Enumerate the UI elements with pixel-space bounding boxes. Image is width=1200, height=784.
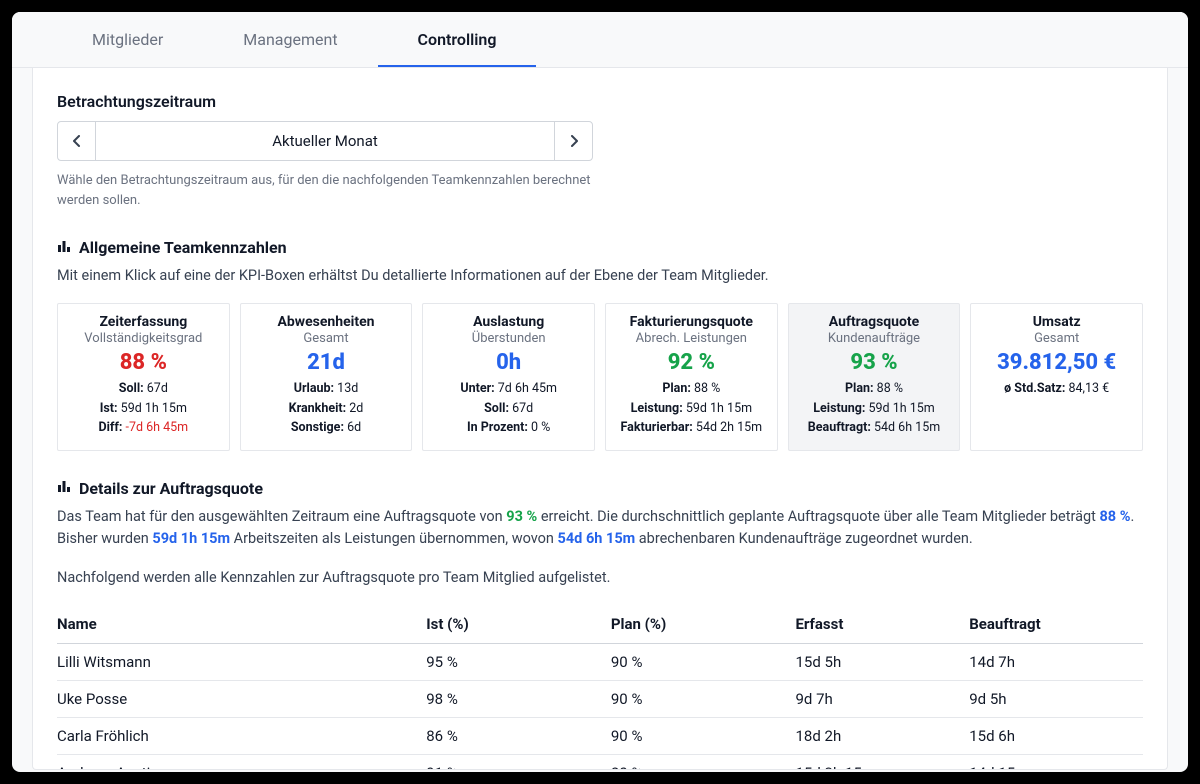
table-cell-erfasst: 15d 5h <box>795 644 969 681</box>
kpi-section-title: Allgemeine Teamkennzahlen <box>79 238 287 257</box>
th-plan: Plan (%) <box>611 605 796 644</box>
table-cell-ist: 98 % <box>426 681 611 718</box>
table-cell-name: Andreas Austing <box>57 755 426 771</box>
chevron-right-icon <box>569 135 579 147</box>
table-cell-beauftragt: 15d 6h <box>969 718 1143 755</box>
tab-bar: Mitglieder Management Controlling <box>12 12 1188 68</box>
kpi-value: 93 % <box>797 350 952 375</box>
table-cell-plan: 90 % <box>611 718 796 755</box>
content-panel: Betrachtungszeitraum Aktueller Monat Wäh… <box>32 68 1168 770</box>
th-beauftragt: Beauftragt <box>969 605 1143 644</box>
table-cell-beauftragt: 14d 7h <box>969 644 1143 681</box>
app-window: Mitglieder Management Controlling Betrac… <box>12 12 1188 772</box>
details-section-header: Details zur Auftragsquote <box>57 479 1143 498</box>
table-cell-beauftragt: 9d 5h <box>969 681 1143 718</box>
period-label: Betrachtungszeitraum <box>57 92 1143 111</box>
chevron-left-icon <box>72 135 82 147</box>
table-row: Uke Posse98 %90 %9d 7h9d 5h <box>57 681 1143 718</box>
table-cell-ist: 86 % <box>426 718 611 755</box>
table-row: Lilli Witsmann95 %90 %15d 5h14d 7h <box>57 644 1143 681</box>
kpi-line: Krankheit: 2d <box>249 399 404 418</box>
kpi-sub: Gesamt <box>979 331 1134 346</box>
kpi-time-tracking[interactable]: Zeiterfassung Vollständigkeitsgrad 88 % … <box>57 303 230 450</box>
details-paragraph-1: Das Team hat für den ausgewählten Zeitra… <box>57 506 1143 551</box>
period-selector: Aktueller Monat <box>57 121 593 161</box>
kpi-value: 0h <box>431 350 586 375</box>
period-current[interactable]: Aktueller Monat <box>96 122 554 160</box>
table-cell-erfasst: 15d 3h 15m <box>795 755 969 771</box>
kpi-line: Soll: 67d <box>66 379 221 398</box>
kpi-billing-rate[interactable]: Fakturierungsquote Abrech. Leistungen 92… <box>605 303 778 450</box>
th-ist: Ist (%) <box>426 605 611 644</box>
table-cell-plan: 80 % <box>611 755 796 771</box>
kpi-title: Auslastung <box>431 314 586 330</box>
table-row: Carla Fröhlich86 %90 %18d 2h15d 6h <box>57 718 1143 755</box>
kpi-title: Abwesenheiten <box>249 314 404 330</box>
kpi-sub: Vollständigkeitsgrad <box>66 331 221 346</box>
kpi-line: Sonstige: 6d <box>249 418 404 437</box>
kpi-value: 21d <box>249 350 404 375</box>
kpi-line: In Prozent: 0 % <box>431 418 586 437</box>
kpi-revenue[interactable]: Umsatz Gesamt 39.812,50 € ø Std.Satz: 84… <box>970 303 1143 450</box>
th-name: Name <box>57 605 426 644</box>
kpi-title: Zeiterfassung <box>66 314 221 330</box>
kpi-line: Urlaub: 13d <box>249 379 404 398</box>
tab-management[interactable]: Management <box>203 12 377 67</box>
table-cell-erfasst: 18d 2h <box>795 718 969 755</box>
kpi-line: Diff: -7d 6h 45m <box>66 418 221 437</box>
period-prev-button[interactable] <box>58 122 96 160</box>
details-table: Name Ist (%) Plan (%) Erfasst Beauftragt… <box>57 605 1143 770</box>
kpi-line: Soll: 67d <box>431 399 586 418</box>
kpi-title: Fakturierungsquote <box>614 314 769 330</box>
kpi-sub: Abrech. Leistungen <box>614 331 769 346</box>
table-cell-name: Lilli Witsmann <box>57 644 426 681</box>
kpi-value: 92 % <box>614 350 769 375</box>
bar-chart-icon <box>57 479 71 497</box>
kpi-title: Auftragsquote <box>797 314 952 330</box>
kpi-section-header: Allgemeine Teamkennzahlen <box>57 238 1143 257</box>
table-cell-ist: 95 % <box>426 644 611 681</box>
table-cell-name: Uke Posse <box>57 681 426 718</box>
kpi-line: Plan: 88 % <box>797 379 952 398</box>
period-help-text: Wähle den Betrachtungszeitraum aus, für … <box>57 171 617 210</box>
table-cell-plan: 90 % <box>611 681 796 718</box>
kpi-value: 88 % <box>66 350 221 375</box>
table-row: Andreas Austing91 %80 %15d 3h 15m14d 15m <box>57 755 1143 771</box>
table-cell-name: Carla Fröhlich <box>57 718 426 755</box>
kpi-value: 39.812,50 € <box>979 350 1134 375</box>
kpi-utilization[interactable]: Auslastung Überstunden 0h Unter: 7d 6h 4… <box>422 303 595 450</box>
kpi-section-sub: Mit einem Klick auf eine der KPI-Boxen e… <box>57 265 1143 287</box>
table-header-row: Name Ist (%) Plan (%) Erfasst Beauftragt <box>57 605 1143 644</box>
kpi-title: Umsatz <box>979 314 1134 330</box>
period-next-button[interactable] <box>554 122 592 160</box>
tab-controlling[interactable]: Controlling <box>378 12 537 67</box>
details-paragraph-2: Nachfolgend werden alle Kennzahlen zur A… <box>57 567 1143 589</box>
table-cell-plan: 90 % <box>611 644 796 681</box>
kpi-sub: Überstunden <box>431 331 586 346</box>
kpi-line: Fakturierbar: 54d 2h 15m <box>614 418 769 437</box>
kpi-row: Zeiterfassung Vollständigkeitsgrad 88 % … <box>57 303 1143 450</box>
kpi-order-rate[interactable]: Auftragsquote Kundenaufträge 93 % Plan: … <box>788 303 961 450</box>
kpi-line: Plan: 88 % <box>614 379 769 398</box>
kpi-line: Leistung: 59d 1h 15m <box>614 399 769 418</box>
kpi-sub: Gesamt <box>249 331 404 346</box>
kpi-line: Beauftragt: 54d 6h 15m <box>797 418 952 437</box>
kpi-line: Unter: 7d 6h 45m <box>431 379 586 398</box>
bar-chart-icon <box>57 239 71 257</box>
kpi-line: ø Std.Satz: 84,13 € <box>979 379 1134 398</box>
tab-members[interactable]: Mitglieder <box>52 12 203 67</box>
kpi-line: Leistung: 59d 1h 15m <box>797 399 952 418</box>
table-cell-erfasst: 9d 7h <box>795 681 969 718</box>
kpi-line: Ist: 59d 1h 15m <box>66 399 221 418</box>
kpi-sub: Kundenaufträge <box>797 331 952 346</box>
th-erfasst: Erfasst <box>795 605 969 644</box>
details-section-title: Details zur Auftragsquote <box>79 479 263 498</box>
table-cell-ist: 91 % <box>426 755 611 771</box>
kpi-absence[interactable]: Abwesenheiten Gesamt 21d Urlaub: 13d Kra… <box>240 303 413 450</box>
table-cell-beauftragt: 14d 15m <box>969 755 1143 771</box>
